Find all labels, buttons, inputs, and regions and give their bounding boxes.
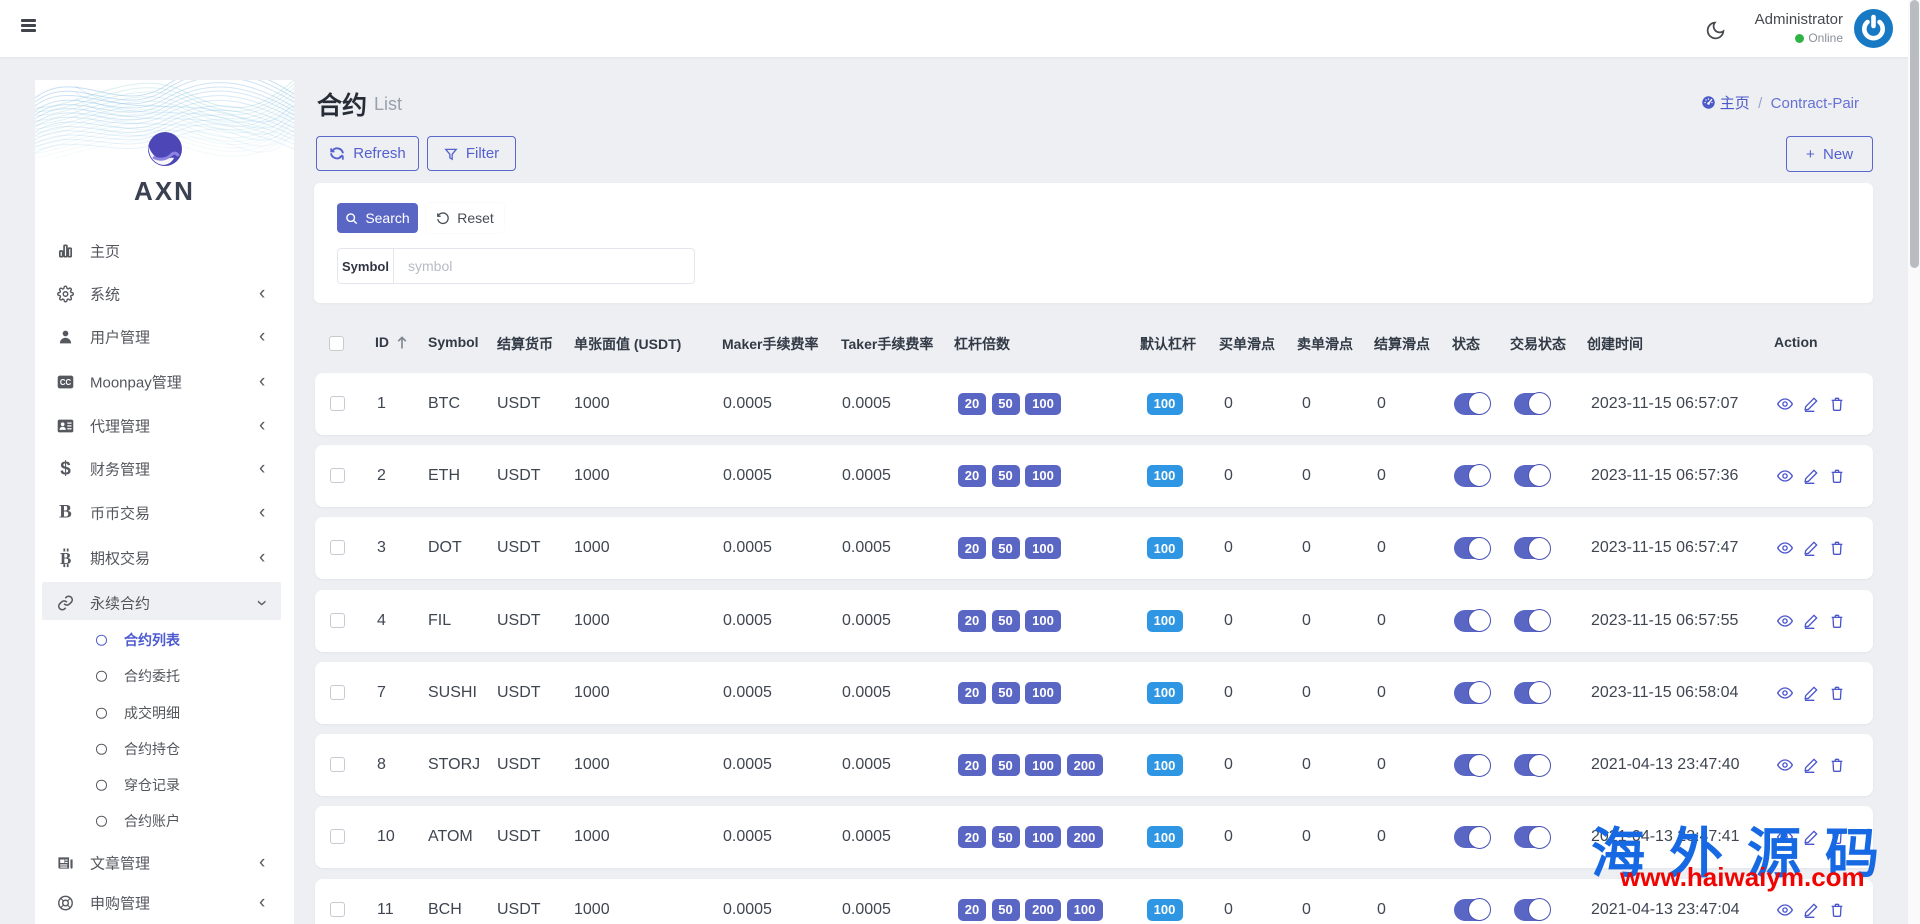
svg-text:B: B [60, 549, 71, 568]
svg-text:CC: CC [60, 378, 72, 387]
